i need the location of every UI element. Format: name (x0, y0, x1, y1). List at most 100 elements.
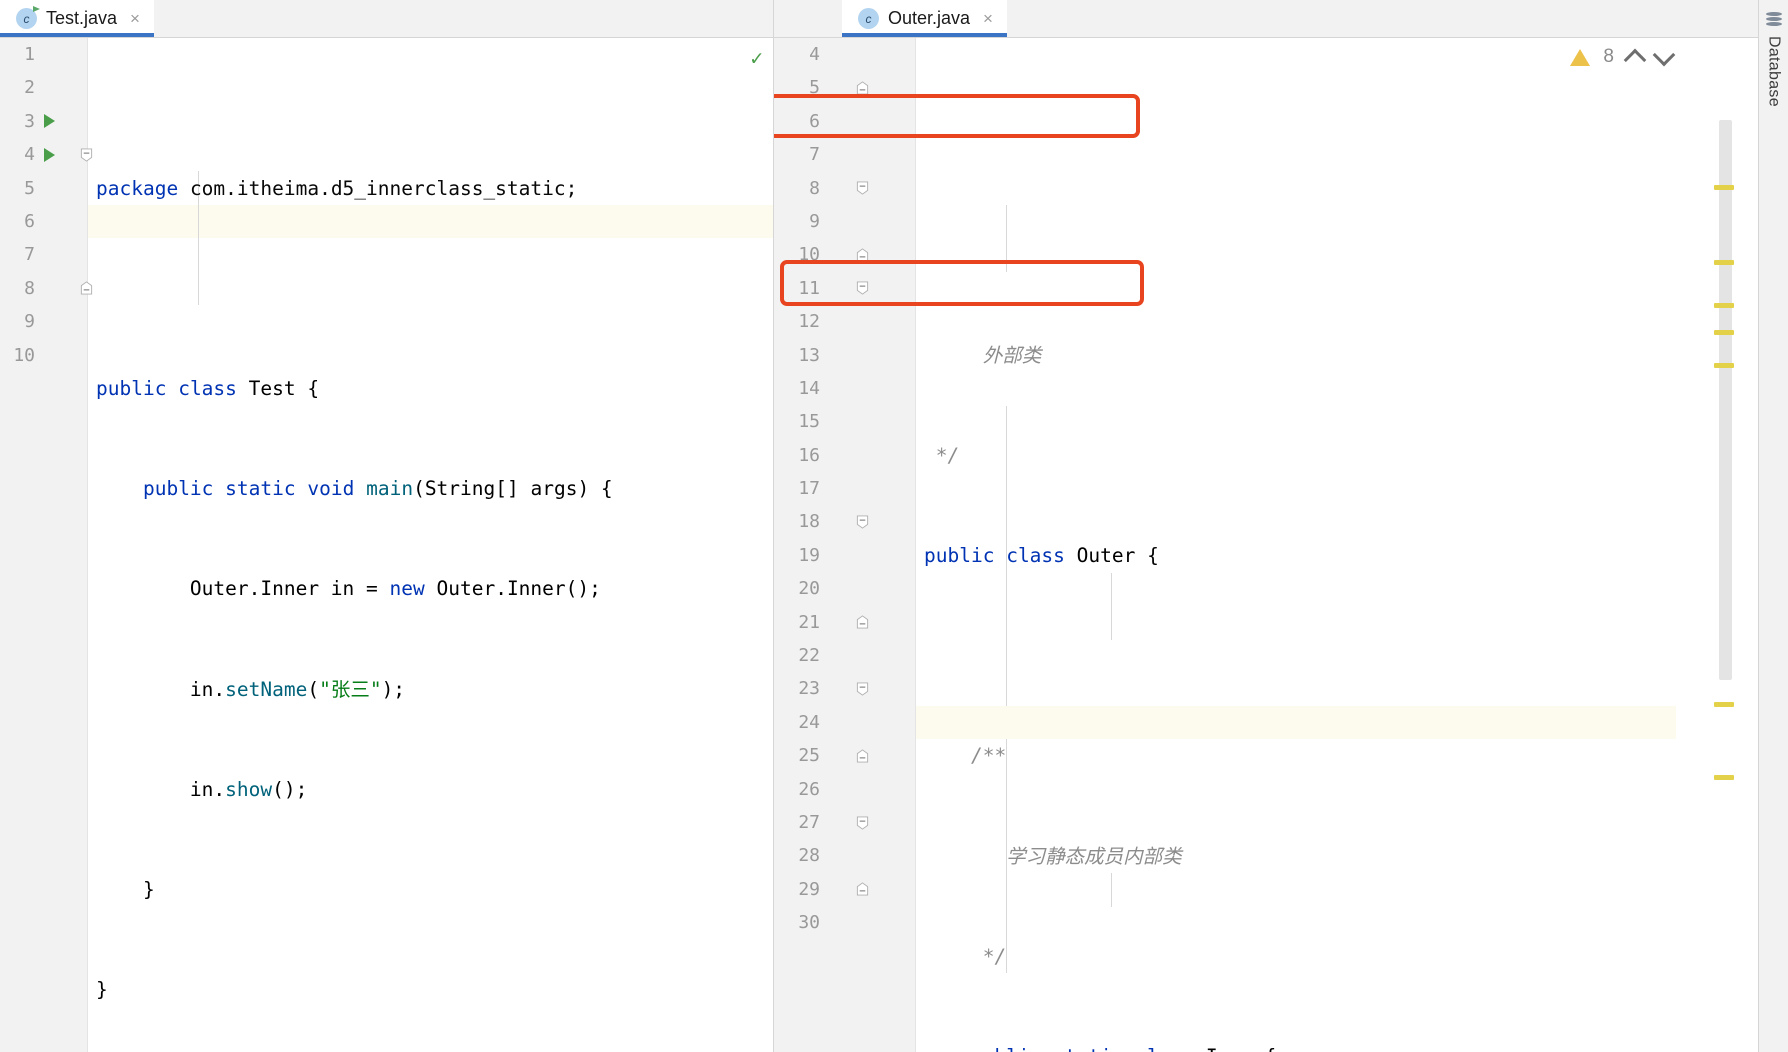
scrollbar-warning-marker[interactable] (1714, 185, 1734, 190)
code-line: in.setName("张三"); (96, 677, 406, 701)
chevron-down-icon[interactable] (1652, 43, 1676, 66)
gutter-right[interactable]: 4 5 6 7 8 9 10 11 12 13 14 15 16 17 18 19 20 21 22 23 24 25 26… (774, 38, 916, 1052)
code-line: 外部类 (924, 343, 1042, 367)
gutter-row[interactable]: 27 (774, 806, 915, 839)
database-icon (1765, 12, 1782, 28)
ide-window: c Test.java × 1 2 3 4 5 6 7 8 9 10 package com.it… (0, 0, 1788, 1052)
line-number: 10 (13, 344, 35, 366)
gutter-row[interactable]: 22 (774, 639, 915, 672)
gutter-row[interactable]: 3 (0, 105, 87, 138)
gutter-row[interactable]: 6 (774, 105, 915, 138)
gutter-row[interactable]: 11 (774, 272, 915, 305)
gutter-row[interactable]: 7 (774, 138, 915, 171)
fold-collapse-icon[interactable] (856, 281, 869, 296)
gutter-row[interactable]: 1 (0, 38, 87, 71)
close-icon[interactable]: × (130, 10, 140, 27)
gutter-row[interactable]: 19 (774, 539, 915, 572)
gutter-row[interactable]: 9 (0, 305, 87, 338)
gutter-row[interactable]: 26 (774, 773, 915, 806)
fold-end-icon[interactable] (856, 882, 869, 896)
java-class-icon: c (16, 6, 40, 29)
code-line: public class Test { (96, 377, 320, 401)
line-number: 10 (798, 244, 820, 266)
gutter-row[interactable]: 17 (774, 472, 915, 505)
code-content-left[interactable]: package com.itheima.d5_innerclass_static… (88, 38, 773, 1052)
gutter-row[interactable]: 12 (774, 305, 915, 338)
code-area-right[interactable]: 4 5 6 7 8 9 10 11 12 13 14 15 16 17 18 19 20 21 22 23 24 25 26… (774, 38, 1758, 1052)
fold-collapse-icon[interactable] (856, 816, 869, 830)
gutter-row[interactable]: 15 (774, 405, 915, 438)
close-icon[interactable]: × (983, 10, 993, 27)
inspection-ok-icon[interactable]: ✓ (750, 48, 763, 69)
line-number: 25 (798, 745, 820, 767)
code-area-left[interactable]: 1 2 3 4 5 6 7 8 9 10 package com.itheima.d5_inner… (0, 38, 773, 1052)
code-line: package com.itheima.d5_innerclass_static… (96, 176, 578, 200)
scrollbar-warning-marker[interactable] (1714, 303, 1734, 308)
scrollbar-warning-marker[interactable] (1714, 260, 1734, 265)
gutter-row[interactable]: 21 (774, 606, 915, 639)
gutter-row[interactable]: 10 (774, 238, 915, 271)
gutter-left[interactable]: 1 2 3 4 5 6 7 8 9 10 (0, 38, 93, 1052)
gutter-row[interactable]: 29 (774, 873, 915, 906)
line-number: 5 (24, 177, 35, 199)
fold-collapse-icon[interactable] (856, 181, 869, 195)
scrollbar-marker-track[interactable] (1714, 80, 1736, 1025)
gutter-row[interactable]: 4 (774, 38, 915, 71)
line-number: 28 (798, 845, 820, 867)
gutter-row[interactable]: 28 (774, 839, 915, 872)
gutter-row[interactable]: 16 (774, 439, 915, 472)
gutter-row[interactable]: 24 (774, 706, 915, 739)
gutter-row[interactable]: 6 (0, 205, 87, 238)
gutter-row[interactable]: 8 (0, 272, 93, 305)
warning-triangle-icon (1570, 48, 1591, 66)
gutter-row[interactable]: 30 (774, 906, 915, 939)
code-content-right[interactable]: 外部类 */ public class Outer { /** 学习静态成员内部… (916, 38, 1758, 1052)
fold-end-icon[interactable] (856, 248, 869, 262)
inspection-widget[interactable]: 8 (1570, 43, 1676, 71)
code-line: public static class Inner{ (924, 1040, 1758, 1052)
fold-collapse-icon[interactable] (856, 515, 869, 529)
code-line: in.show(); (96, 777, 308, 801)
gutter-row[interactable]: 7 (0, 238, 87, 271)
tab-test-java[interactable]: c Test.java × (0, 0, 154, 37)
line-number: 27 (798, 811, 820, 833)
scrollbar-warning-marker[interactable] (1714, 775, 1734, 780)
indent-guide (1111, 573, 1112, 640)
gutter-row[interactable]: 4 (0, 138, 93, 171)
gutter-row[interactable]: 20 (774, 572, 915, 605)
line-number: 7 (24, 244, 35, 266)
scrollbar-warning-marker[interactable] (1714, 702, 1734, 707)
scrollbar-thumb[interactable] (1719, 120, 1732, 680)
chevron-up-icon[interactable] (1623, 48, 1647, 71)
gutter-row[interactable]: 2 (0, 71, 87, 104)
gutter-row[interactable]: 23 (774, 672, 915, 705)
run-gutter-icon[interactable] (44, 147, 55, 162)
fold-end-icon[interactable] (856, 615, 869, 629)
editor-pane-right: c Outer.java × 4 5 6 7 8 9 10 11 12 13 14 15 16 17 18 1… (774, 0, 1758, 1052)
line-number: 20 (798, 578, 820, 600)
gutter-row[interactable]: 5 (0, 172, 87, 205)
tab-outer-java[interactable]: c Outer.java × (842, 0, 1007, 37)
line-number: 12 (798, 311, 820, 333)
run-gutter-icon[interactable] (44, 114, 55, 129)
tool-window-database[interactable]: Database (1765, 36, 1783, 107)
gutter-row[interactable]: 5 (774, 71, 915, 104)
code-line: } (96, 878, 155, 902)
tab-label: Outer.java (888, 8, 971, 28)
fold-end-icon[interactable] (856, 81, 869, 95)
scrollbar-warning-marker[interactable] (1714, 363, 1734, 368)
line-number: 14 (798, 377, 820, 399)
gutter-row[interactable]: 18 (774, 505, 915, 538)
gutter-row[interactable]: 9 (774, 205, 915, 238)
gutter-row[interactable]: 14 (774, 372, 915, 405)
scrollbar-warning-marker[interactable] (1714, 330, 1734, 335)
gutter-row[interactable]: 13 (774, 339, 915, 372)
gutter-row[interactable]: 10 (0, 339, 87, 372)
gutter-row[interactable]: 25 (774, 739, 915, 772)
code-line: */ (924, 443, 960, 467)
fold-collapse-icon[interactable] (856, 682, 869, 696)
gutter-row[interactable]: 8 (774, 172, 915, 205)
fold-end-icon[interactable] (856, 749, 869, 763)
line-number: 13 (798, 344, 820, 366)
